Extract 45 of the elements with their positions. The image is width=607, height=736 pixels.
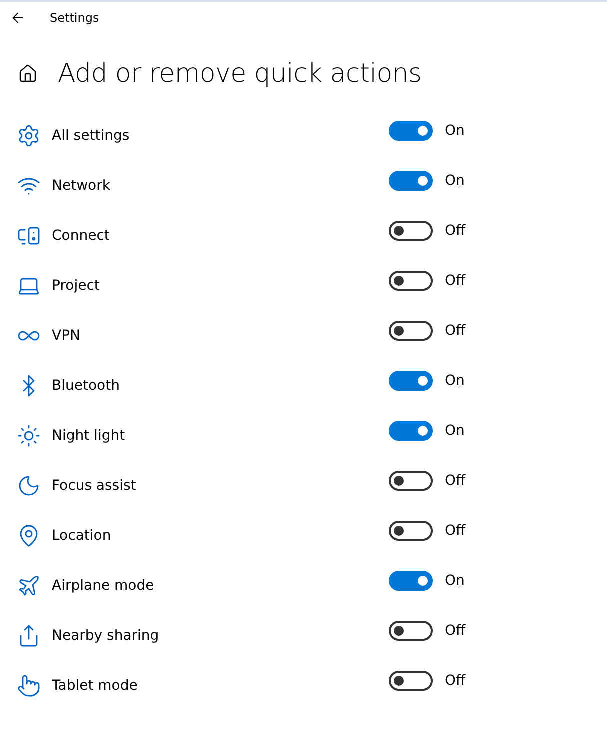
action-label: Nearby sharing	[52, 628, 160, 644]
toggle-state-label: On	[445, 573, 465, 589]
toggle-state-label: Off	[445, 673, 466, 689]
toggle-switch[interactable]	[389, 571, 433, 591]
back-button[interactable]	[10, 10, 26, 26]
toggle-switch[interactable]	[389, 121, 433, 141]
action-label: Network	[52, 178, 112, 194]
toggle-state-label: Off	[445, 273, 466, 289]
toggle-state-label: On	[445, 123, 465, 139]
toggle-switch[interactable]	[389, 521, 433, 541]
toggle-switch[interactable]	[389, 421, 433, 441]
toggle-state-label: On	[445, 373, 465, 389]
moon-icon	[17, 474, 41, 498]
toggle-switch[interactable]	[389, 621, 433, 641]
toggle-state-label: Off	[445, 223, 466, 239]
action-label: Tablet mode	[52, 678, 139, 694]
sun-icon	[17, 424, 41, 448]
toggle-switch[interactable]	[389, 371, 433, 391]
action-label: Night light	[52, 428, 126, 444]
pointer-hand-icon	[17, 674, 41, 698]
page-title: Add or remove quick actions	[58, 59, 422, 89]
toggle-state-label: On	[445, 423, 465, 439]
toggle-switch[interactable]	[389, 321, 433, 341]
toggle-switch[interactable]	[389, 271, 433, 291]
action-label: VPN	[52, 328, 82, 344]
gear-icon	[17, 124, 41, 148]
airplane-icon	[17, 574, 41, 598]
action-label: All settings	[52, 128, 131, 144]
action-label: Connect	[52, 228, 111, 244]
home-button[interactable]	[18, 64, 38, 84]
toggle-switch[interactable]	[389, 671, 433, 691]
toggle-switch[interactable]	[389, 221, 433, 241]
toggle-state-label: On	[445, 173, 465, 189]
toggle-state-label: Off	[445, 473, 466, 489]
action-label: Airplane mode	[52, 578, 156, 594]
window-title: Settings	[50, 11, 100, 25]
action-label: Focus assist	[52, 478, 138, 494]
toggle-state-label: Off	[445, 623, 466, 639]
action-label: Bluetooth	[52, 378, 121, 394]
toggle-switch[interactable]	[389, 171, 433, 191]
toggle-state-label: Off	[445, 523, 466, 539]
toggle-state-label: Off	[445, 323, 466, 339]
action-label: Project	[52, 278, 101, 294]
action-label: Location	[52, 528, 112, 544]
toggle-switch[interactable]	[389, 471, 433, 491]
